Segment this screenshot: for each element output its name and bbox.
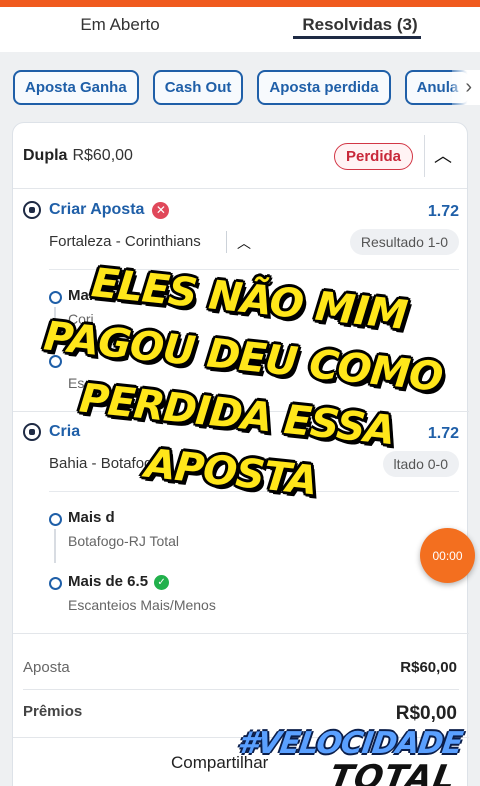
filter-aposta-ganha[interactable]: Aposta Ganha (13, 70, 139, 105)
result-pill: Resultado 1-0 (349, 229, 459, 255)
stake-label: Aposta (23, 659, 70, 676)
leg-connector (54, 529, 56, 563)
timer-bubble[interactable]: 00:00 (420, 528, 475, 583)
tab-em-aberto[interactable]: Em Aberto (0, 7, 240, 52)
bet-amount: R$60,00 (72, 146, 133, 164)
watermark-line2: TOTAL (326, 758, 460, 786)
leg-name-text: Mais de 6.5 (68, 573, 149, 590)
top-accent-bar (0, 0, 480, 7)
tab-resolvidas[interactable]: Resolvidas (3) (240, 7, 480, 52)
chevron-up-icon[interactable]: ︿ (237, 233, 251, 253)
divider (226, 231, 227, 253)
divider (13, 633, 469, 634)
leg-dot-icon (49, 577, 62, 590)
prize-value: R$0,00 (395, 703, 457, 724)
caption-overlay: ELES NÃO MIM PAGOU DEU COMO PERDIDA ESSA… (29, 250, 451, 523)
filter-chips: Aposta Ganha Cash Out Aposta perdida Anu… (13, 70, 471, 105)
leg-dot-icon (49, 513, 62, 526)
divider (23, 689, 459, 690)
leg-name: Mais d (68, 509, 115, 526)
bet-type: Dupla (23, 146, 68, 164)
filter-cash-out[interactable]: Cash Out (152, 70, 244, 105)
watermark-line1: #VELOCIDADE (235, 726, 465, 761)
selection-name: Criar Aposta (49, 201, 145, 218)
filter-aposta-perdida[interactable]: Aposta perdida (257, 70, 391, 105)
lost-x-icon: ✕ (152, 201, 170, 219)
chevron-up-icon[interactable]: ︿ (431, 143, 455, 167)
soccer-ball-icon (23, 201, 41, 219)
chevron-right-icon[interactable]: › (452, 70, 480, 105)
divider (424, 135, 425, 177)
leg-market: Botafogo-RJ Total (68, 533, 180, 549)
stake-value: R$60,00 (400, 659, 457, 676)
prize-row: Prêmios R$0,00 (23, 703, 457, 725)
bet-card-header: Dupla R$60,00 Perdida ︿ (13, 123, 467, 189)
status-badge: Perdida (333, 143, 413, 170)
match-name: Fortaleza - Corinthians (49, 233, 201, 250)
stake-row: Aposta R$60,00 (23, 659, 457, 676)
tab-bar: Em Aberto Resolvidas (3) (0, 7, 480, 52)
selection-odds: 1.72 (427, 203, 459, 220)
prize-label: Prêmios (23, 703, 83, 720)
leg-market: Escanteios Mais/Menos (68, 597, 216, 613)
check-icon: ✓ (154, 575, 170, 590)
leg-name: Mais de 6.5 ✓ (68, 573, 170, 590)
